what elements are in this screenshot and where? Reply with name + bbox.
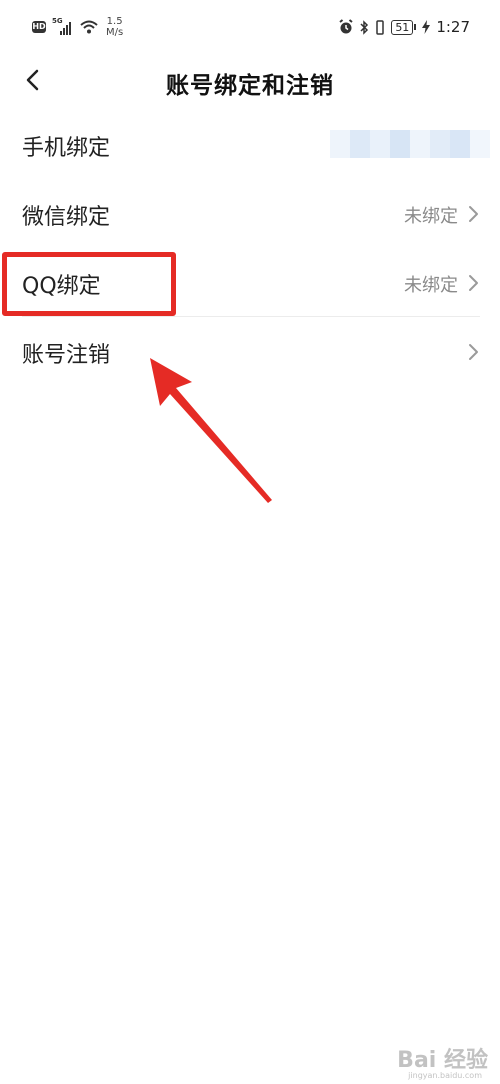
battery-level: 51 bbox=[391, 19, 414, 35]
network-speed-unit: M/s bbox=[106, 27, 124, 38]
alarm-icon bbox=[339, 19, 353, 34]
hd-badge: HD bbox=[32, 21, 46, 33]
status-bar-right: 51 1:27 bbox=[338, 18, 470, 36]
wechat-binding-status: 未绑定 bbox=[404, 206, 458, 227]
phone-binding-row[interactable]: 手机绑定 bbox=[0, 110, 500, 179]
app-header: 账号绑定和注销 bbox=[0, 56, 500, 106]
wechat-binding-row[interactable]: 微信绑定 未绑定 bbox=[0, 179, 500, 248]
page-title: 账号绑定和注销 bbox=[166, 73, 334, 99]
bluetooth-icon bbox=[360, 19, 369, 35]
watermark-url: jingyan.baidu.com bbox=[408, 1071, 482, 1080]
pointer-arrow-icon bbox=[150, 358, 272, 503]
battery-indicator: 51 bbox=[391, 19, 417, 35]
chevron-right-icon bbox=[469, 344, 478, 360]
chevron-right-icon bbox=[469, 206, 478, 222]
cellular-signal-icon: 5G bbox=[52, 17, 74, 35]
status-bar: HD 5G 1.5 M/s 51 1:27 bbox=[0, 0, 500, 56]
network-speed-value: 1.5 bbox=[106, 16, 123, 27]
phone-binding-label: 手机绑定 bbox=[22, 136, 111, 161]
vibrate-icon bbox=[376, 19, 385, 35]
wifi-icon bbox=[80, 20, 98, 34]
chevron-right-icon bbox=[469, 275, 478, 291]
phone-number-blurred bbox=[330, 130, 490, 158]
watermark-text: Bai 经验 bbox=[397, 1048, 488, 1073]
account-cancellation-label: 账号注销 bbox=[22, 343, 111, 368]
charging-icon bbox=[422, 20, 431, 34]
status-bar-left: HD 5G 1.5 M/s bbox=[32, 16, 123, 38]
baidu-jingyan-watermark: Bai 经验 jingyan.baidu.com bbox=[397, 1042, 488, 1080]
qq-binding-status: 未绑定 bbox=[404, 275, 458, 296]
qq-binding-highlight-box bbox=[2, 252, 176, 316]
binding-settings-list: 手机绑定 微信绑定 未绑定 QQ绑定 未绑定 账号注销 bbox=[0, 110, 500, 386]
clock: 1:27 bbox=[436, 18, 470, 36]
wechat-binding-label: 微信绑定 bbox=[22, 205, 111, 230]
network-speed: 1.5 M/s bbox=[106, 16, 123, 38]
